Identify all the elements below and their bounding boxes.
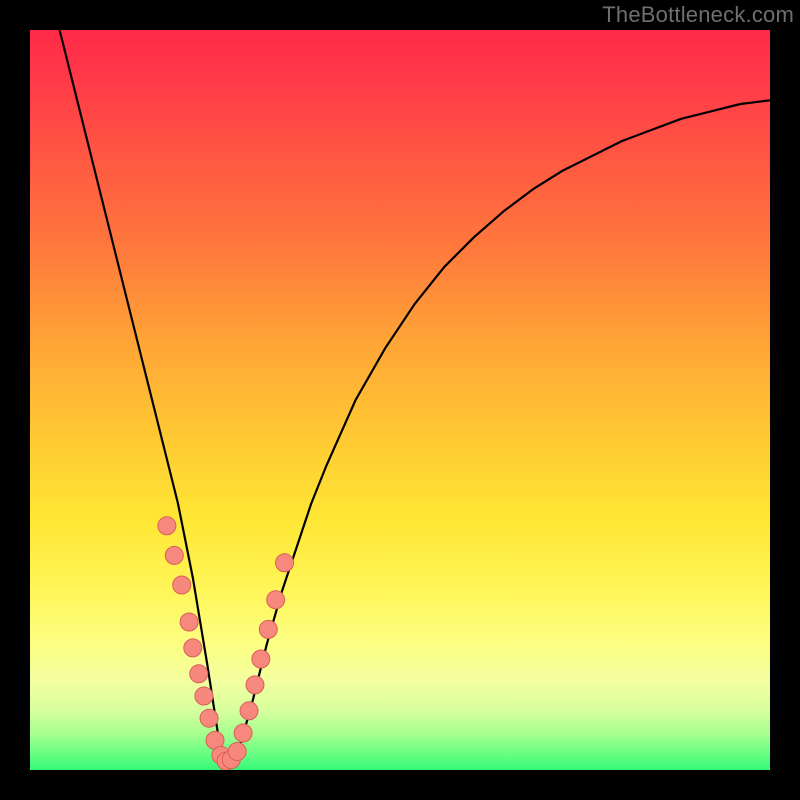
sample-dot (200, 709, 218, 727)
sample-dot (195, 687, 213, 705)
chart-svg (30, 30, 770, 770)
plot-area (30, 30, 770, 770)
outer-frame: TheBottleneck.com (0, 0, 800, 800)
sample-dot (165, 546, 183, 564)
sample-dot (267, 591, 285, 609)
sample-dot (228, 743, 246, 761)
sample-dot (240, 702, 258, 720)
sample-dot (276, 554, 294, 572)
sample-dots-group (158, 517, 294, 770)
sample-dot (259, 620, 277, 638)
sample-dot (190, 665, 208, 683)
bottleneck-curve-path (60, 30, 770, 763)
sample-dot (180, 613, 198, 631)
sample-dot (246, 676, 264, 694)
watermark-text: TheBottleneck.com (602, 2, 794, 28)
sample-dot (173, 576, 191, 594)
sample-dot (234, 724, 252, 742)
sample-dot (158, 517, 176, 535)
sample-dot (252, 650, 270, 668)
sample-dot (184, 639, 202, 657)
